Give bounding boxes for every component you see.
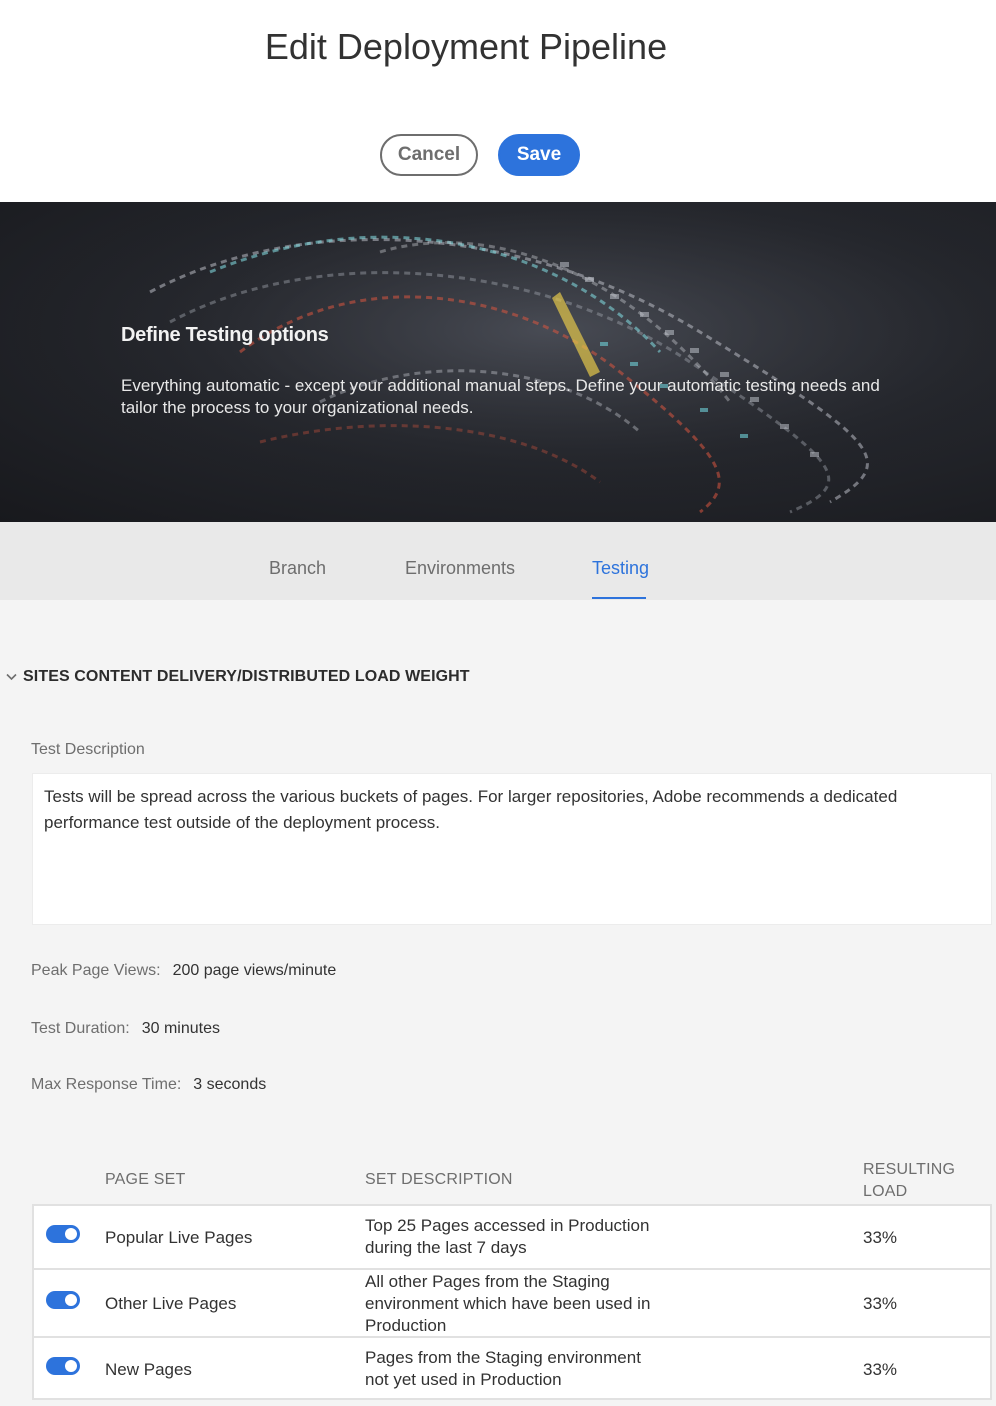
page-set-description: Pages from the Staging environment not y… <box>365 1348 641 1389</box>
active-tab-indicator <box>592 597 646 599</box>
tab-branch[interactable]: Branch <box>269 558 326 579</box>
peak-page-views-label: Peak Page Views: <box>31 962 161 979</box>
hero-background-art <box>0 202 996 522</box>
row-toggle-switch[interactable] <box>46 1357 80 1375</box>
hero-heading: Define Testing options <box>121 324 329 346</box>
section-title: SITES CONTENT DELIVERY/DISTRIBUTED LOAD … <box>23 668 470 685</box>
page-set-name: Popular Live Pages <box>105 1228 253 1247</box>
resulting-load-value: 33% <box>863 1294 898 1313</box>
row-toggle-switch[interactable] <box>46 1291 80 1309</box>
tab-environments[interactable]: Environments <box>405 558 515 579</box>
max-response-time: Max Response Time: 3 seconds <box>31 1076 266 1094</box>
hero-banner: Define Testing options Everything automa… <box>0 202 996 522</box>
page-set-name: Other Live Pages <box>105 1294 237 1313</box>
row-divider <box>34 1268 990 1270</box>
test-duration-label: Test Duration: <box>31 1020 130 1037</box>
test-duration: Test Duration: 30 minutes <box>31 1020 220 1038</box>
page-set-name: New Pages <box>105 1360 192 1379</box>
row-toggle-switch[interactable] <box>46 1225 80 1243</box>
tab-testing[interactable]: Testing <box>592 558 649 579</box>
test-description-label: Test Description <box>31 741 145 758</box>
cancel-button[interactable]: Cancel <box>380 134 478 176</box>
page-set-description: Top 25 Pages accessed in Production duri… <box>365 1216 650 1257</box>
section-toggle[interactable]: SITES CONTENT DELIVERY/DISTRIBUTED LOAD … <box>6 668 470 686</box>
column-header-set-description: SET DESCRIPTION <box>365 1171 513 1188</box>
max-response-time-label: Max Response Time: <box>31 1076 182 1093</box>
save-button[interactable]: Save <box>498 134 580 176</box>
max-response-time-value: 3 seconds <box>193 1076 267 1093</box>
top-bar: Edit Deployment Pipeline Cancel Save <box>0 0 996 202</box>
tab-bar: Branch Environments Testing <box>0 522 996 600</box>
column-header-page-set: PAGE SET <box>105 1171 186 1188</box>
resulting-load-value: 33% <box>863 1228 898 1247</box>
peak-page-views: Peak Page Views: 200 page views/minute <box>31 962 336 980</box>
chevron-down-icon <box>6 673 17 681</box>
test-description-field[interactable]: Tests will be spread across the various … <box>32 773 992 925</box>
page-set-description: All other Pages from the Staging environ… <box>365 1272 651 1335</box>
column-header-resulting-load: RESULTING LOAD <box>863 1161 956 1200</box>
hero-description: Everything automatic - except your addit… <box>121 376 880 417</box>
peak-page-views-value: 200 page views/minute <box>172 962 337 979</box>
resulting-load-value: 33% <box>863 1360 898 1379</box>
page-title: Edit Deployment Pipeline <box>264 26 668 67</box>
test-duration-value: 30 minutes <box>141 1020 220 1037</box>
